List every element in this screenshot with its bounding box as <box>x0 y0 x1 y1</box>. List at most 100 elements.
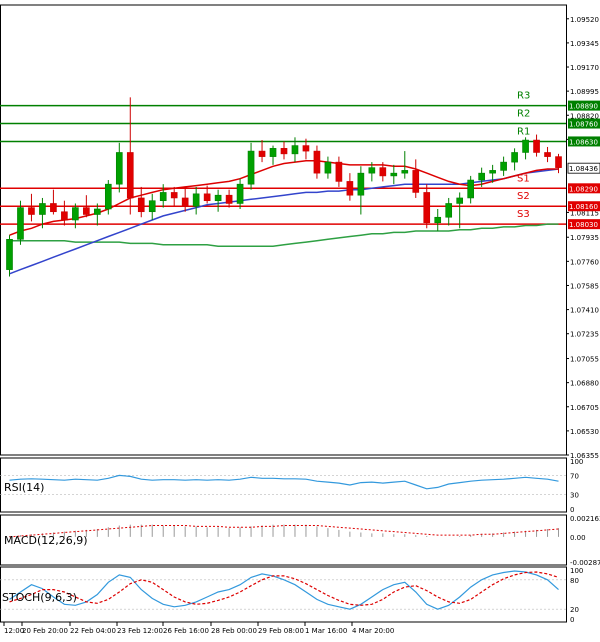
candle-body <box>115 152 123 185</box>
candle-body <box>335 161 343 182</box>
stoch-tick-label: 80 <box>570 577 579 585</box>
time-tick-label: 28 Feb 00:00 <box>211 627 257 635</box>
candle-body <box>489 170 496 174</box>
price-tick-label: 1.07235 <box>570 331 599 339</box>
candle-body <box>104 183 112 210</box>
candle-body <box>302 145 310 152</box>
level-name-r3: R3 <box>517 91 530 102</box>
candle-body <box>170 192 178 199</box>
candle-body <box>83 207 90 215</box>
rsi-panel-frame <box>0 457 567 513</box>
rsi-tick-label: 30 <box>570 492 579 500</box>
candle-body <box>126 152 134 199</box>
level-name-s2: S2 <box>517 191 530 202</box>
main-plot-frame <box>0 4 567 456</box>
candle-body <box>39 203 46 215</box>
current-price-label: 1.08436 <box>569 165 598 173</box>
candle-body <box>203 193 211 202</box>
candle-body <box>291 145 299 155</box>
candle-body <box>61 211 68 221</box>
stoch-tick-label: 20 <box>570 606 579 614</box>
candle-body <box>72 207 79 221</box>
candle-body <box>324 161 332 174</box>
price-tick-label: 1.07055 <box>570 356 599 364</box>
candle-body <box>412 170 420 193</box>
candle-body <box>6 239 13 270</box>
time-tick-label: 29 Feb 08:00 <box>258 627 304 635</box>
candle-body <box>17 207 24 240</box>
time-tick-label: 23 Feb 12:00 <box>117 627 163 635</box>
candle-body <box>456 197 464 204</box>
candle-body <box>445 203 453 218</box>
candle-body <box>434 216 442 224</box>
candle-body <box>280 148 288 155</box>
price-tick-label: 1.07585 <box>570 282 599 290</box>
candle-body <box>225 194 233 204</box>
level-name-s3: S3 <box>517 209 530 220</box>
price-tick-label: 1.06705 <box>570 404 599 412</box>
rsi-tick-label: 100 <box>570 458 583 466</box>
candle-body <box>94 208 101 215</box>
candle-body <box>401 170 409 174</box>
candle-body <box>159 192 167 202</box>
candle-body <box>269 148 277 157</box>
candle-body <box>544 152 551 157</box>
candle-body <box>423 192 431 224</box>
candle-body <box>313 150 321 174</box>
price-tick-label: 1.09170 <box>570 64 599 72</box>
candle-body <box>467 179 474 199</box>
rsi-tick-label: 70 <box>570 472 579 480</box>
candle-body <box>500 161 507 171</box>
candle-body <box>181 197 189 207</box>
candle-body <box>379 167 387 177</box>
time-tick-label: 20 Feb 20:00 <box>22 627 68 635</box>
price-tick-label: 1.06880 <box>570 380 599 388</box>
price-tick-label: 1.09345 <box>570 40 599 48</box>
price-tick-label: 1.08995 <box>570 88 599 96</box>
candle-body <box>214 194 222 202</box>
candle-body <box>258 150 266 157</box>
candle-body <box>346 181 354 196</box>
level-price-label-r1: 1.08630 <box>569 138 598 146</box>
chart-window: 1.095201.093451.091701.089951.088201.086… <box>0 0 600 638</box>
candle-body <box>533 139 540 153</box>
price-tick-label: 1.06530 <box>570 428 599 436</box>
level-price-label-s1: 1.08290 <box>569 185 598 193</box>
candle-body <box>192 193 200 207</box>
rsi-tick-label: 0 <box>570 506 574 514</box>
price-chart: 1.095201.093451.091701.089951.088201.086… <box>0 4 600 635</box>
candle-body <box>368 167 376 174</box>
candle-body <box>137 197 145 213</box>
level-price-label-s3: 1.08030 <box>569 221 598 229</box>
candle-body <box>511 152 518 163</box>
candle-body <box>478 172 485 181</box>
stoch-tick-label: 100 <box>570 567 583 575</box>
candle-body <box>555 156 562 168</box>
candle-body <box>390 172 398 177</box>
level-price-label-s2: 1.08160 <box>569 203 598 211</box>
candle-body <box>28 207 35 215</box>
level-name-r2: R2 <box>517 109 530 120</box>
macd-tick-label: -0.002879 <box>570 559 600 567</box>
price-tick-label: 1.09520 <box>570 16 599 24</box>
time-tick-label: 22 Feb 04:00 <box>70 627 116 635</box>
macd-tick-label: 0.002163 <box>570 515 600 523</box>
price-tick-label: 1.07935 <box>570 234 599 242</box>
candle-body <box>236 183 244 204</box>
macd-tick-label: 0.00 <box>570 534 586 542</box>
price-tick-label: 1.07410 <box>570 307 599 315</box>
rsi-label: RSI(14) <box>4 481 44 494</box>
level-name-r1: R1 <box>517 126 530 137</box>
time-tick-label: 4 Mar 20:00 <box>352 627 394 635</box>
time-tick-label: 26 Feb 16:00 <box>163 627 209 635</box>
candle-body <box>148 200 156 213</box>
candle-body <box>357 172 365 196</box>
time-tick-label: 1 Mar 16:00 <box>305 627 347 635</box>
price-tick-label: 1.07760 <box>570 258 599 266</box>
candle-body <box>50 203 57 213</box>
candle-body <box>247 150 255 185</box>
level-price-label-r2: 1.08760 <box>569 121 598 129</box>
candle-body <box>522 139 529 153</box>
level-price-label-r3: 1.08890 <box>569 103 598 111</box>
stoch-panel-frame <box>0 566 567 623</box>
